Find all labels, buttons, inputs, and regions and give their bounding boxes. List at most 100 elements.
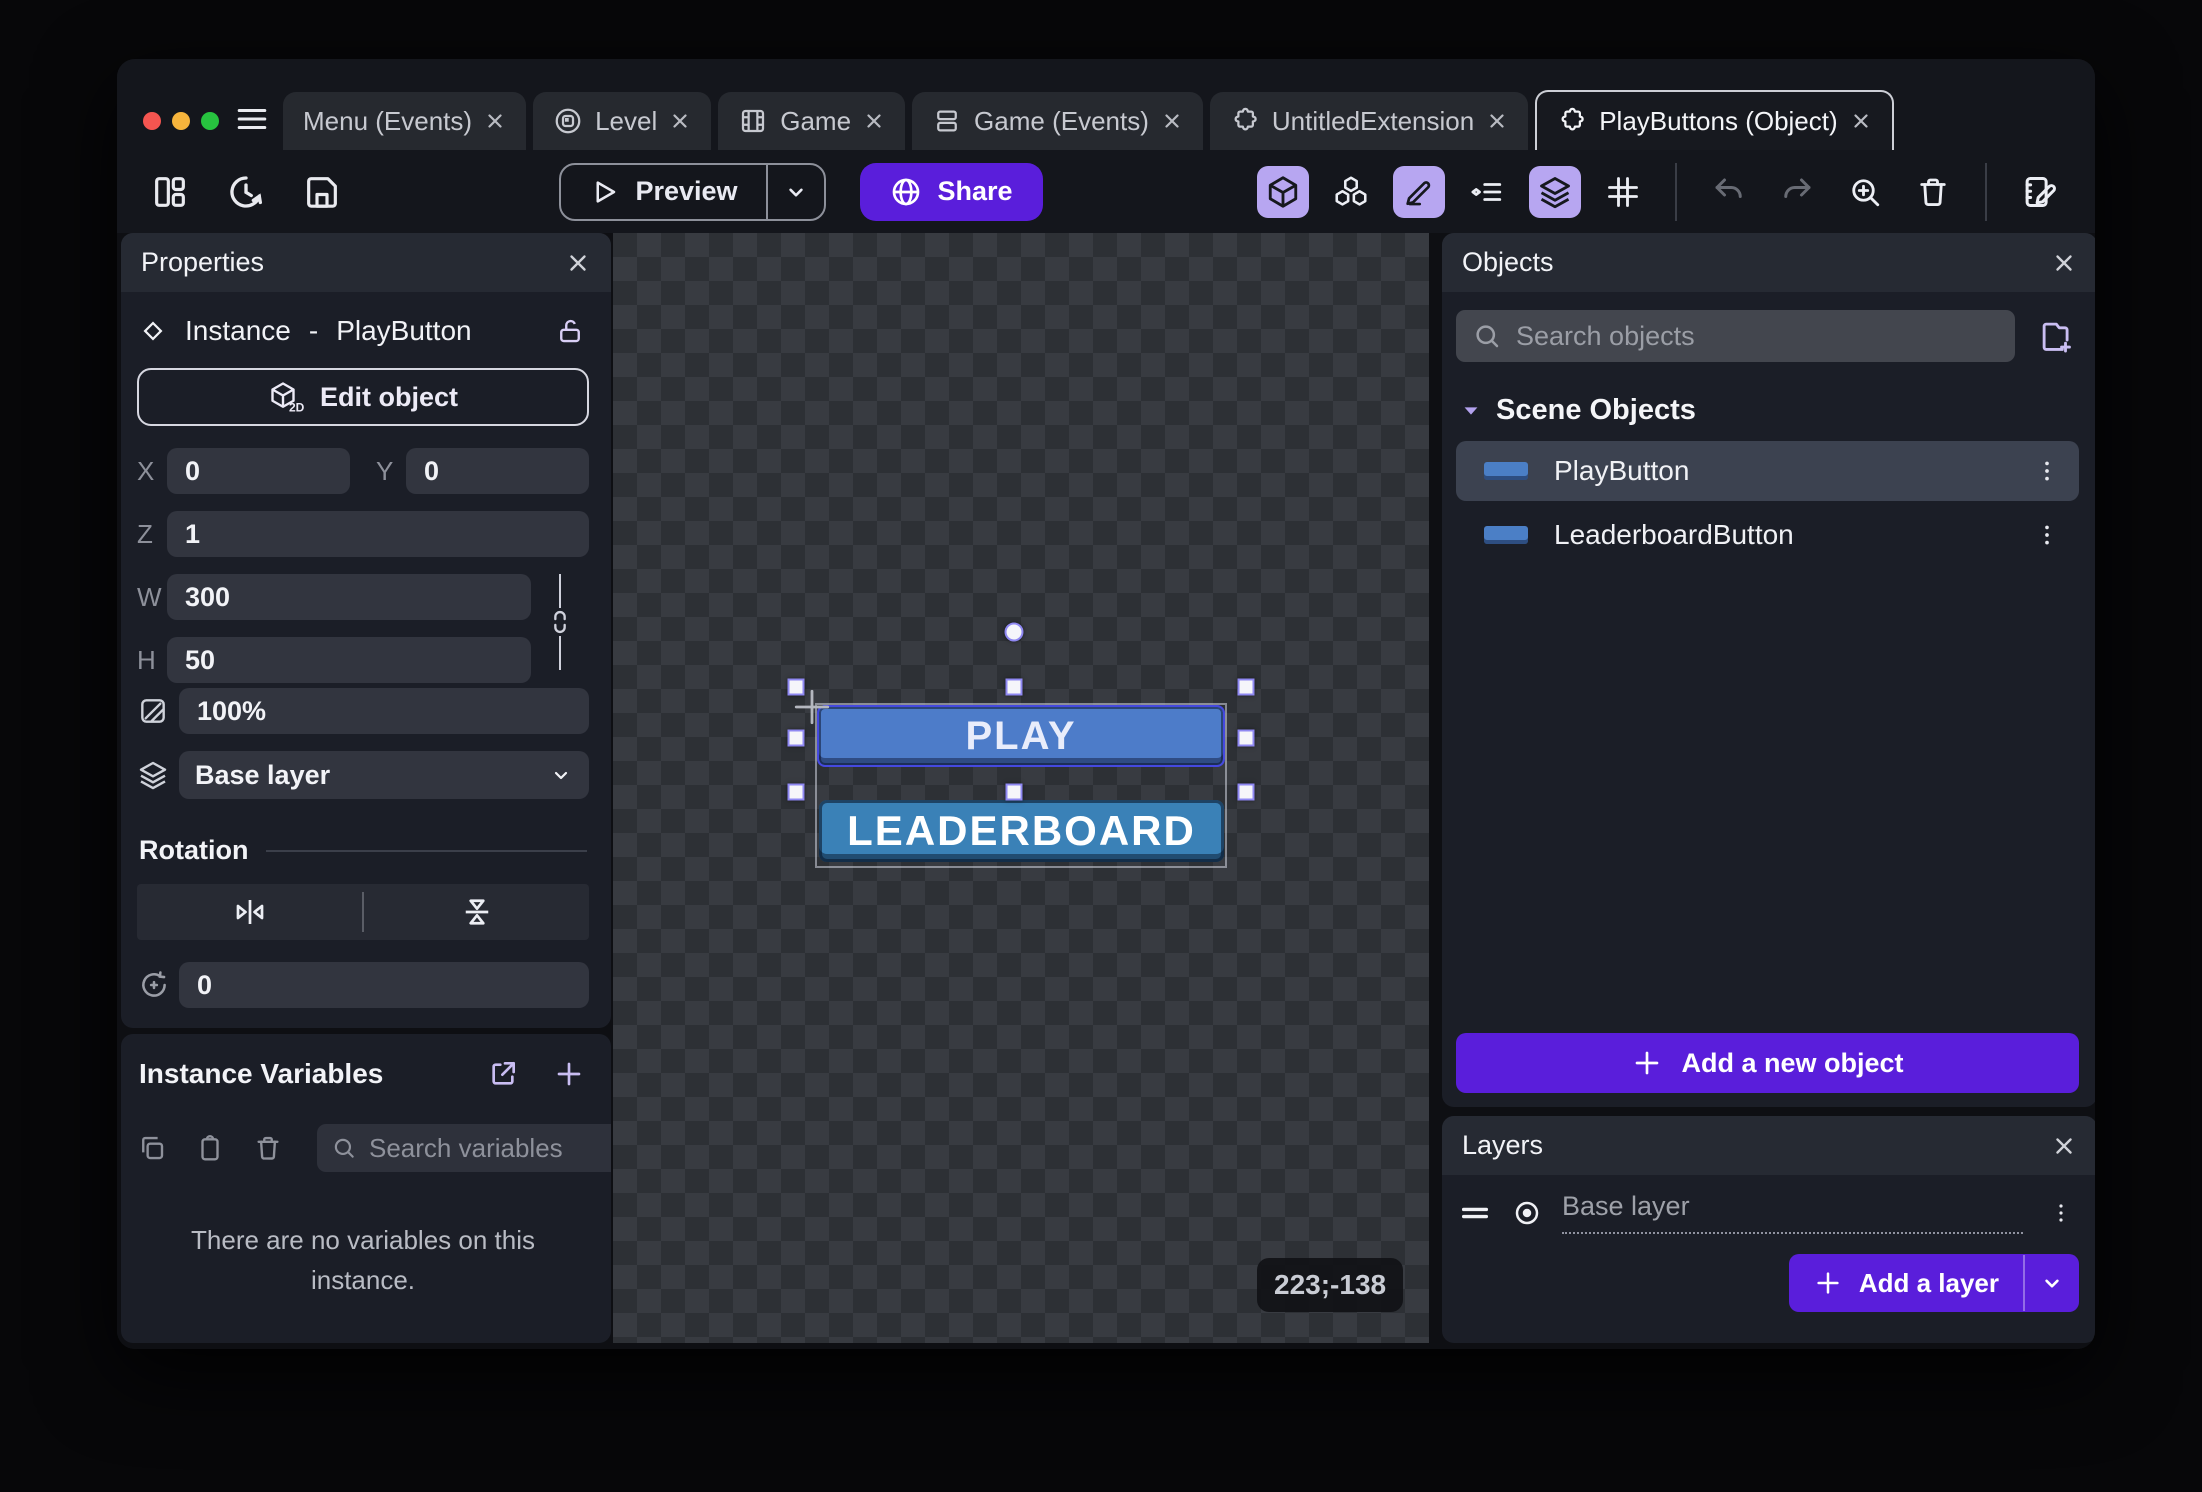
properties-body: Instance - PlayButton 2D Edit object X [121,292,611,1028]
resize-handle-top-center[interactable] [1006,679,1023,696]
close-tab-icon[interactable] [669,110,691,132]
preview-dropdown-button[interactable] [768,179,824,205]
minimize-window-button[interactable] [172,112,190,130]
grid-toggle[interactable] [1597,166,1649,218]
add-folder-icon[interactable] [2033,313,2079,359]
instance-name: PlayButton [336,315,471,347]
layer-row-base[interactable]: Base layer [1442,1175,2095,1234]
tab-game-events[interactable]: Game (Events) [912,92,1203,150]
leaderboard-button-instance[interactable]: LEADERBOARD [819,800,1224,862]
delete-button[interactable] [1907,166,1959,218]
history-icon[interactable] [223,169,269,215]
rotation-input[interactable] [179,962,589,1008]
scene-canvas[interactable]: PLAY LEADERBOARD 223;-138 [613,233,1429,1343]
width-row: W [137,574,531,620]
leaderboard-button-label: LEADERBOARD [847,807,1196,855]
objects-panel-toggle[interactable] [1257,166,1309,218]
play-button-instance[interactable]: PLAY [817,705,1225,767]
z-input[interactable] [167,511,589,557]
drag-handle-icon[interactable] [1458,1196,1492,1230]
share-button[interactable]: Share [860,163,1043,221]
main-menu-icon[interactable] [235,102,269,136]
add-layer-dropdown[interactable] [2025,1270,2079,1296]
preview-button[interactable]: Preview [559,163,825,221]
diamond-icon [139,317,167,345]
tab-game[interactable]: Game [718,92,905,150]
width-input[interactable] [167,574,531,620]
play-button-label: PLAY [965,714,1076,759]
close-panel-icon[interactable] [2051,1133,2077,1159]
resize-handle-middle-left[interactable] [788,730,805,747]
edit-scene-properties-button[interactable] [2013,166,2065,218]
layer-name-field[interactable]: Base layer [1562,1191,2023,1234]
close-panel-icon[interactable] [565,250,591,276]
height-input[interactable] [167,637,531,683]
open-variables-editor-button[interactable] [485,1056,521,1092]
resize-handle-bottom-left[interactable] [788,784,805,801]
flip-vertical-button[interactable] [364,884,589,940]
edit-mode-toggle[interactable] [1393,166,1445,218]
object-menu-icon[interactable] [2029,453,2065,489]
flip-horizontal-button[interactable] [137,884,362,940]
objects-search-input[interactable] [1516,321,1999,352]
panels-layout-icon[interactable] [147,169,193,215]
preview-button-main[interactable]: Preview [561,176,765,207]
close-tab-icon[interactable] [1850,110,1872,132]
add-new-object-button[interactable]: Add a new object [1456,1033,2079,1093]
scene-objects-group[interactable]: Scene Objects [1460,394,2079,427]
desktop-background: Menu (Events) Level Game Game (Events) U [0,0,2202,1492]
close-panel-icon[interactable] [2051,250,2077,276]
close-tab-icon[interactable] [863,110,885,132]
object-groups-toggle[interactable] [1325,166,1377,218]
tab-level[interactable]: Level [533,92,711,150]
opacity-input[interactable] [179,688,589,734]
h-label: H [137,645,167,676]
right-column: Objects Scene Objects [1442,233,2095,1343]
resize-handle-middle-right[interactable] [1238,730,1255,747]
object-menu-icon[interactable] [2029,517,2065,553]
object-thumbnail [1484,526,1528,544]
paste-icon[interactable] [195,1131,225,1165]
resize-handle-bottom-right[interactable] [1238,784,1255,801]
close-window-button[interactable] [143,112,161,130]
zoom-button[interactable] [1839,166,1891,218]
variables-search[interactable] [317,1124,611,1172]
save-icon[interactable] [299,169,345,215]
add-layer-button[interactable]: Add a layer [1789,1254,2079,1312]
instances-list-toggle[interactable] [1461,166,1513,218]
resize-handle-bottom-center[interactable] [1006,784,1023,801]
close-tab-icon[interactable] [484,110,506,132]
opacity-row [137,688,589,734]
rotation-row [137,962,589,1008]
maximize-window-button[interactable] [201,112,219,130]
tab-playbuttons-object[interactable]: PlayButtons (Object) [1535,90,1893,150]
y-input[interactable] [406,448,589,494]
add-variable-button[interactable] [551,1056,587,1092]
variables-search-input[interactable] [369,1133,611,1164]
layer-menu-icon[interactable] [2043,1195,2079,1231]
rotation-handle[interactable] [1005,623,1024,642]
delete-variable-icon[interactable] [253,1131,283,1165]
close-tab-icon[interactable] [1161,110,1183,132]
layer-visibility-icon[interactable] [1512,1198,1542,1228]
tab-untitled-extension[interactable]: UntitledExtension [1210,92,1528,150]
object-row-playbutton[interactable]: PlayButton [1456,441,2079,501]
objects-search[interactable] [1456,310,2015,362]
lock-ratio-toggle[interactable] [531,574,589,684]
redo-button[interactable] [1771,166,1823,218]
copy-icon[interactable] [137,1131,167,1165]
layers-panel-toggle[interactable] [1529,166,1581,218]
object-row-leaderboardbutton[interactable]: LeaderboardButton [1456,505,2079,565]
film-icon [738,106,768,136]
resize-handle-top-right[interactable] [1238,679,1255,696]
toolbar-right-group [1257,163,2065,221]
share-label: Share [938,176,1013,207]
layer-select[interactable]: Base layer [179,751,589,799]
undo-button[interactable] [1703,166,1755,218]
tab-menu-events[interactable]: Menu (Events) [283,92,526,150]
x-input[interactable] [167,448,350,494]
add-layer-main[interactable]: Add a layer [1789,1268,2023,1299]
edit-object-button[interactable]: 2D Edit object [137,368,589,426]
lock-toggle[interactable] [553,314,587,348]
close-tab-icon[interactable] [1486,110,1508,132]
